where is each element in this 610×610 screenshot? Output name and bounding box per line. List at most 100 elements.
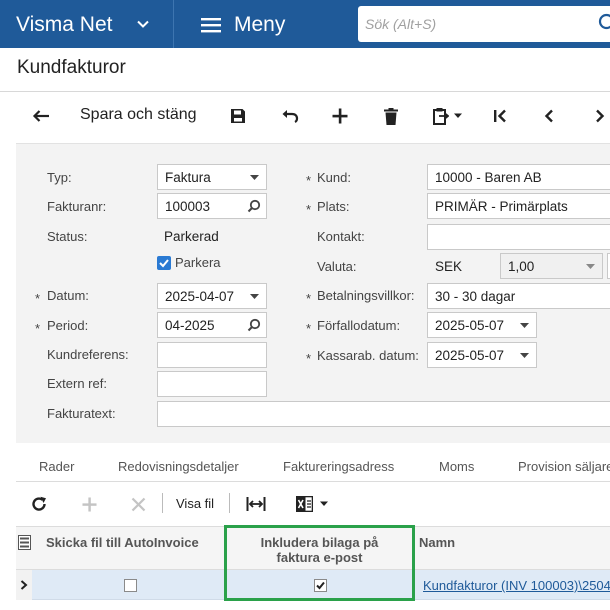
brand-name: Visma Net <box>16 13 113 36</box>
tab-redovisningsdetaljer[interactable]: Redovisningsdetaljer <box>118 459 239 474</box>
currency-value: SEK <box>435 259 463 274</box>
kontakt-field[interactable] <box>427 224 610 250</box>
required-marker: * <box>35 321 41 336</box>
add-row-button[interactable] <box>78 491 100 517</box>
fakturatext-field[interactable] <box>157 401 610 427</box>
search-icon[interactable] <box>247 318 261 332</box>
delete-button[interactable] <box>379 102 403 130</box>
kund-label: Kund: <box>317 170 351 185</box>
typ-select[interactable]: Faktura <box>157 164 267 190</box>
clipboard-icon <box>433 108 449 125</box>
datum-label: Datum: <box>47 288 89 303</box>
send-file-checkbox[interactable] <box>124 579 137 592</box>
divider <box>0 91 610 92</box>
column-header-name[interactable]: Namn <box>419 535 455 550</box>
chevron-right-icon <box>20 580 28 590</box>
excel-icon <box>295 496 313 512</box>
search-icon[interactable] <box>598 13 610 35</box>
back-arrow-icon <box>32 110 49 122</box>
caret-down-icon <box>250 294 259 299</box>
caret-down-icon <box>250 175 259 180</box>
plats-value: PRIMÄR - Primärplats <box>435 199 568 214</box>
caret-down-icon <box>319 501 328 506</box>
kund-field[interactable]: 10000 - Baren AB <box>427 164 610 190</box>
chevron-right-icon <box>596 109 605 123</box>
page-title: Kundfakturor <box>17 57 126 78</box>
menu-button[interactable]: Meny <box>175 0 343 48</box>
fit-columns-button[interactable] <box>244 491 268 517</box>
kassarab-datum-field[interactable]: 2025-05-07 <box>427 342 537 368</box>
period-value: 04-2025 <box>165 318 215 333</box>
plus-icon <box>332 108 348 124</box>
period-field[interactable]: 04-2025 <box>157 312 267 338</box>
typ-label: Typ: <box>47 170 72 185</box>
company-switcher[interactable]: Visma Net <box>0 0 174 48</box>
datum-value: 2025-04-07 <box>165 289 235 304</box>
exchange-rate-field[interactable]: 1,00 <box>500 253 603 279</box>
search-input[interactable]: Sök (Alt+S) <box>358 6 610 42</box>
fakturatext-label: Fakturatext: <box>47 406 116 421</box>
column-header-send-file[interactable]: Skicka fil till AutoInvoice <box>46 535 199 550</box>
caret-down-icon <box>520 323 529 328</box>
parkera-label: Parkera <box>175 255 221 270</box>
highlight-box <box>224 525 415 601</box>
plats-label: Plats: <box>317 199 350 214</box>
tab-faktureringsadress[interactable]: Faktureringsadress <box>283 459 394 474</box>
attachment-file-link[interactable]: Kundfakturor (INV 100003)\2504 <box>423 578 610 593</box>
caret-down-icon <box>586 264 595 269</box>
add-button[interactable] <box>328 102 352 130</box>
refresh-button[interactable] <box>28 491 50 517</box>
datum-field[interactable]: 2025-04-07 <box>157 283 267 309</box>
kundreferens-label: Kundreferens: <box>47 347 129 362</box>
valuta-label: Valuta: <box>317 259 357 274</box>
fakturanr-field[interactable]: 100003 <box>157 193 267 219</box>
export-excel-button[interactable] <box>292 491 332 517</box>
previous-record-button[interactable] <box>537 102 561 130</box>
extern-ref-label: Extern ref: <box>47 376 107 391</box>
first-record-button[interactable] <box>488 102 512 130</box>
exchange-rate-value: 1,00 <box>508 259 535 274</box>
fit-width-icon <box>246 497 266 511</box>
top-bar: Visma Net Meny Sök (Alt+S) <box>0 0 610 48</box>
kontakt-label: Kontakt: <box>317 229 365 244</box>
undo-icon <box>282 110 299 123</box>
forfallodatum-label: Förfallodatum: <box>317 318 401 333</box>
row-selector-icon[interactable] <box>18 535 31 550</box>
chevron-down-icon <box>137 20 149 28</box>
required-marker: * <box>306 173 312 188</box>
parkera-checkbox[interactable] <box>157 256 171 270</box>
visa-fil-button[interactable]: Visa fil <box>176 496 214 511</box>
forfallodatum-field[interactable]: 2025-05-07 <box>427 312 537 338</box>
search-icon[interactable] <box>247 199 261 213</box>
next-record-button[interactable] <box>590 102 610 130</box>
extern-ref-field[interactable] <box>157 371 267 397</box>
fakturanr-value: 100003 <box>165 199 211 214</box>
fakturanr-label: Fakturanr: <box>47 199 107 214</box>
tab-rader[interactable]: Rader <box>39 459 74 474</box>
tab-moms[interactable]: Moms <box>439 459 474 474</box>
caret-down-icon <box>520 353 529 358</box>
back-button[interactable] <box>28 102 54 130</box>
hamburger-icon <box>201 18 221 33</box>
undo-button[interactable] <box>277 102 303 130</box>
typ-value: Faktura <box>165 170 211 185</box>
status-value: Parkerad <box>164 229 219 244</box>
plats-field[interactable]: PRIMÄR - Primärplats <box>427 193 610 219</box>
tab-provision-saljare[interactable]: Provision säljare <box>518 459 610 474</box>
delete-row-button[interactable] <box>127 491 149 517</box>
required-marker: * <box>306 351 312 366</box>
copy-paste-menu[interactable] <box>428 102 468 130</box>
required-marker: * <box>35 291 41 306</box>
betalningsvillkor-field[interactable]: 30 - 30 dagar <box>427 283 610 309</box>
refresh-icon <box>32 496 46 511</box>
save-button[interactable] <box>226 102 250 130</box>
betalningsvillkor-value: 30 - 30 dagar <box>435 289 516 304</box>
trash-icon <box>384 107 398 125</box>
kassarab-datum-value: 2025-05-07 <box>435 348 505 363</box>
kundreferens-field[interactable] <box>157 342 267 368</box>
menu-label: Meny <box>234 13 286 36</box>
betalningsvillkor-label: Betalningsvillkor: <box>317 288 415 303</box>
row-marker <box>16 570 32 600</box>
checkmark-icon <box>159 259 169 268</box>
save-and-close-button[interactable]: Spara och stäng <box>80 106 197 124</box>
